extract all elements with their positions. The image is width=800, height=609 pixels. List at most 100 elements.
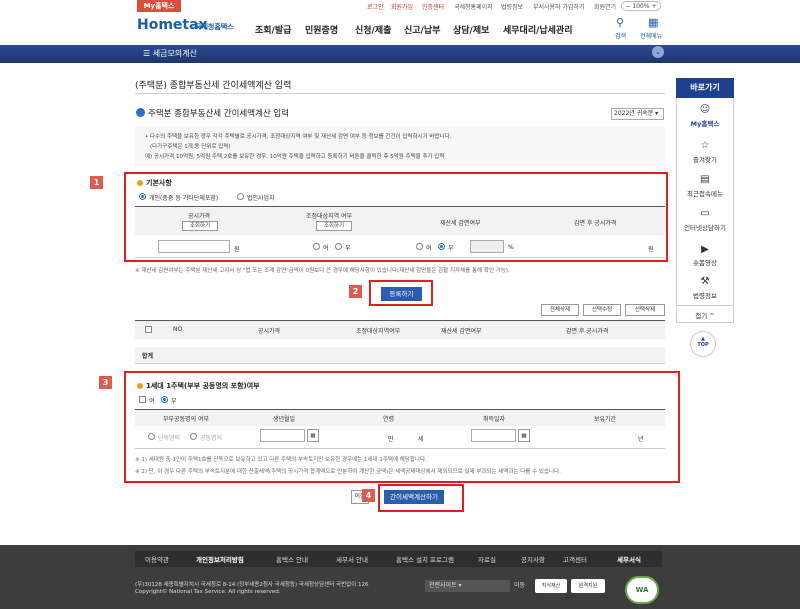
quick-my-hometax[interactable]: My홈택스 (676, 118, 734, 128)
cert-center-link[interactable]: 인증센터 (422, 2, 444, 11)
gnav-civil[interactable]: 민원증명 (305, 23, 338, 36)
adjust-yes-radio[interactable] (313, 243, 320, 250)
reduce-no-label: 부 (448, 245, 454, 252)
reduce-rate-input[interactable] (470, 240, 504, 253)
quick-recent[interactable]: 최근접속메뉴 (676, 188, 734, 198)
footer-hometax-info[interactable]: 홈택스 안내 (276, 554, 308, 564)
adjust-no-radio[interactable] (335, 243, 342, 250)
user-icon[interactable]: ☺ (676, 104, 734, 115)
year-select-value: 2022년 귀속분 (614, 110, 654, 117)
delete-all-button[interactable]: 전체삭제 (541, 304, 579, 316)
search-icon[interactable]: ⚲ (616, 16, 624, 29)
age-prefix: 만 (388, 436, 394, 443)
monitor-icon[interactable]: ▭ (676, 208, 734, 219)
ip-badge[interactable]: 지식재산 (535, 579, 567, 593)
play-icon[interactable]: ▶ (676, 244, 734, 255)
col-reduce: 재산세 감면여부 (440, 220, 481, 227)
quick-law[interactable]: 법령정보 (676, 290, 734, 300)
step-marker-3: 3 (99, 376, 112, 389)
step-marker-1: 1 (90, 176, 103, 189)
radio-corp-label: 법인사업자 (247, 195, 275, 202)
quick-panel-title: 바로가기 (676, 78, 734, 98)
gnav-agent[interactable]: 세무대리/납세관리 (503, 23, 573, 36)
footer-library[interactable]: 자료실 (478, 554, 496, 564)
reduce-note: ※ 재산세 감면여부는 주택분 재산세 고지서 상 "법 또는 조례 감면"금액… (135, 268, 510, 274)
footer-office-info[interactable]: 세무서 안내 (336, 554, 368, 564)
footer-forms[interactable]: 세무서식 (617, 554, 641, 564)
law-info-link[interactable]: 법령정보 (501, 2, 523, 11)
joint-owner-label: 공동명의 (200, 435, 223, 442)
table2-total-row (135, 347, 665, 363)
register-button[interactable]: 등록하기 (381, 287, 422, 301)
location-menu-label: 세금모의계산 (152, 49, 197, 58)
login-link[interactable]: 로그인 (367, 2, 384, 11)
footer-terms[interactable]: 이용약관 (145, 554, 169, 564)
adjust-lookup-button[interactable]: 조회하기 (316, 221, 352, 231)
footer-customer[interactable]: 고객센터 (563, 554, 587, 564)
top-button[interactable]: ▲ TOP (690, 331, 716, 357)
footer-install[interactable]: 홈택스 설치 프로그램 (396, 554, 454, 564)
single-owner-radio[interactable] (148, 433, 155, 440)
one-house-no-radio[interactable] (161, 396, 168, 403)
gnav-inquiry[interactable]: 조회/발급 (255, 23, 291, 36)
quick-shortform[interactable]: 숏폼영상 (676, 257, 734, 267)
member-ext-link[interactable]: 회원연기 (594, 2, 616, 11)
joint-owner-radio[interactable] (190, 433, 197, 440)
footer-privacy[interactable]: 개인정보처리방침 (196, 554, 244, 564)
calculate-button[interactable]: 간이세액계산하기 (384, 490, 444, 504)
birth-calendar-icon[interactable]: ▦ (307, 429, 319, 442)
one-house-note-1: ※ 1) 세대원 중 1인이 주택1호를 단독으로 보유하고 있고 다른 주택의… (135, 457, 427, 463)
gnav-report[interactable]: 신고/납부 (404, 23, 440, 36)
delete-selected-button[interactable]: 선택삭제 (625, 304, 665, 316)
star-icon[interactable]: ☆ (676, 140, 734, 151)
location-bar (0, 45, 800, 63)
my-hometax-link[interactable]: My홈택스 (137, 0, 181, 12)
price-lookup-button[interactable]: 조회하기 (182, 221, 218, 231)
location-menu[interactable]: ☰ 세금모의계산 (143, 48, 197, 59)
year-select[interactable]: 2022년 귀속분 ▾ (611, 108, 664, 120)
col-list-adjust: 조정대상지역여부 (356, 328, 401, 335)
basic-info-title: 기본사항 (146, 179, 172, 187)
remote-support-badge[interactable]: 원격지원 (571, 579, 605, 593)
reduce-yes-radio[interactable] (416, 243, 423, 250)
chevron-down-icon[interactable]: ⌄ (652, 46, 664, 58)
quick-collapse[interactable]: 접기 ^ (676, 310, 734, 320)
single-owner-label: 단독명의 (158, 435, 181, 442)
quick-counsel[interactable]: 인터넷상담하기 (676, 222, 734, 232)
select-all-checkbox[interactable] (145, 326, 152, 333)
col-no: NO (173, 326, 183, 333)
radio-corp[interactable] (237, 193, 244, 200)
col-birth: 생년월일 (273, 416, 296, 423)
zoom-control[interactable]: − 100% + (621, 1, 661, 11)
signup-link[interactable]: 회원가입 (391, 2, 413, 11)
gavel-icon[interactable]: ⚒ (676, 276, 734, 287)
gnav-apply[interactable]: 신청/제출 (355, 23, 391, 36)
quick-favorites[interactable]: 즐겨찾기 (676, 154, 734, 164)
gnav-counsel[interactable]: 상담/제보 (453, 23, 489, 36)
go-button[interactable]: 이동 (514, 580, 525, 589)
related-site-select[interactable]: 관련사이트 ▾ (425, 580, 510, 592)
footer-copyright: Copyright© National Tax Service. All rig… (135, 589, 281, 595)
section-bullet-icon (136, 108, 145, 117)
table2-empty-row (135, 339, 665, 347)
radio-individual-label: 개인(종중 등 기타단체포함) (149, 195, 219, 202)
one-house-yes-label: 여 (149, 398, 155, 405)
edit-selected-button[interactable]: 선택수정 (583, 304, 621, 316)
all-menu-icon[interactable]: ▦ (648, 16, 658, 29)
price-input[interactable] (158, 240, 230, 253)
zoom-value: 100% (632, 3, 650, 10)
dept-user-link[interactable]: 부서사용자 가입하기 (533, 2, 585, 11)
quick-divider (676, 305, 734, 306)
acquire-calendar-icon[interactable]: ▦ (518, 429, 530, 442)
birth-date-input[interactable] (260, 429, 305, 442)
recent-menu-icon[interactable]: ▤ (676, 174, 734, 185)
footer-notice[interactable]: 공지사항 (521, 554, 545, 564)
radio-individual[interactable] (139, 193, 146, 200)
acquire-date-input[interactable] (471, 429, 516, 442)
nts-home-link[interactable]: 국세청홈페이지 (454, 2, 493, 11)
reduce-no-radio[interactable] (438, 243, 445, 250)
col-hold: 보유기간 (594, 416, 617, 423)
col-list-after: 감면 후 공시가격 (566, 328, 609, 335)
one-house-yes-check[interactable] (139, 396, 146, 403)
table2-bottom-border (135, 363, 665, 364)
